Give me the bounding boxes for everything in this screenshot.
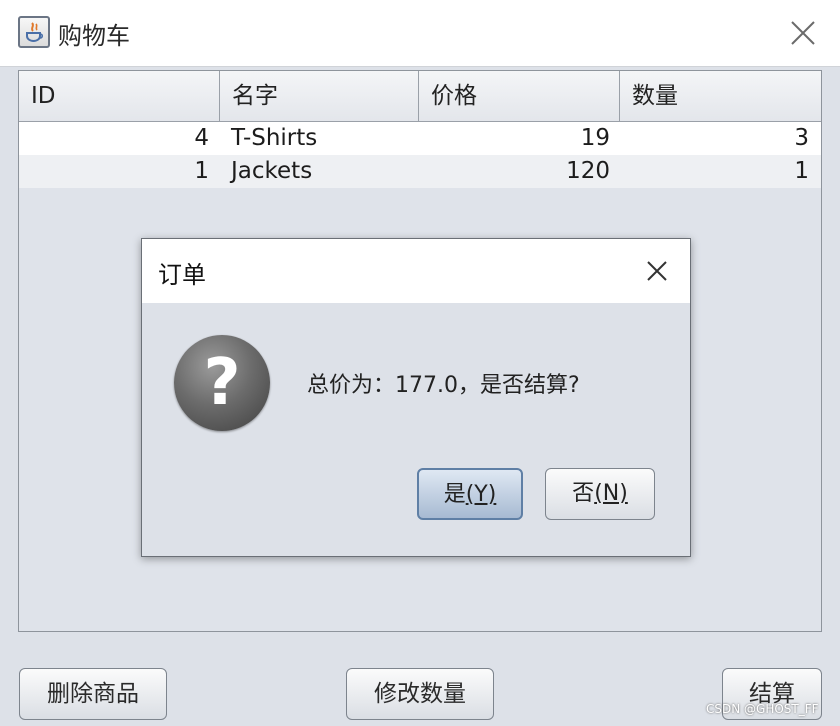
- window-titlebar[interactable]: 购物车: [0, 0, 840, 67]
- table-header: ID 名字 价格 数量: [19, 71, 821, 122]
- yes-label: 是: [443, 482, 466, 507]
- no-label: 否: [572, 481, 595, 506]
- cell-price: 19: [580, 125, 610, 151]
- java-cup-icon: [18, 16, 50, 48]
- dialog-message: 总价为：177.0，是否结算?: [307, 373, 580, 398]
- cell-id: 4: [194, 125, 209, 151]
- cell-id: 1: [194, 158, 209, 184]
- cell-name: T-Shirts: [231, 125, 318, 151]
- watermark: CSDN @GHOST_FF: [706, 702, 819, 716]
- column-header-name[interactable]: 名字: [220, 71, 419, 121]
- close-icon[interactable]: [645, 259, 669, 283]
- cell-quantity: 3: [794, 125, 809, 151]
- no-mnemonic: (N): [594, 481, 628, 506]
- close-icon[interactable]: [788, 18, 818, 48]
- dialog-titlebar[interactable]: 订单: [142, 239, 690, 303]
- yes-mnemonic: (Y): [465, 482, 497, 507]
- main-window: 购物车 ID 名字 价格 数量 4 T-Shirts 19 3 1 Jacket…: [0, 0, 840, 726]
- window-title: 购物车: [58, 22, 130, 50]
- question-icon: ?: [174, 335, 270, 431]
- table-row[interactable]: 1 Jackets 120 1: [19, 155, 821, 188]
- dialog-title: 订单: [158, 261, 206, 289]
- modify-quantity-button[interactable]: 修改数量: [346, 668, 494, 720]
- cell-price: 120: [566, 158, 610, 184]
- table-row[interactable]: 4 T-Shirts 19 3: [19, 122, 821, 155]
- column-header-id[interactable]: ID: [19, 71, 220, 121]
- cell-name: Jackets: [231, 158, 313, 184]
- no-button[interactable]: 否(N): [545, 468, 655, 520]
- order-dialog: 订单 ? 总价为：177.0，是否结算? 是(Y) 否(N): [141, 238, 691, 557]
- cell-quantity: 1: [794, 158, 809, 184]
- column-header-quantity[interactable]: 数量: [620, 71, 821, 121]
- delete-item-button[interactable]: 删除商品: [19, 668, 167, 720]
- column-header-price[interactable]: 价格: [419, 71, 620, 121]
- yes-button[interactable]: 是(Y): [417, 468, 523, 520]
